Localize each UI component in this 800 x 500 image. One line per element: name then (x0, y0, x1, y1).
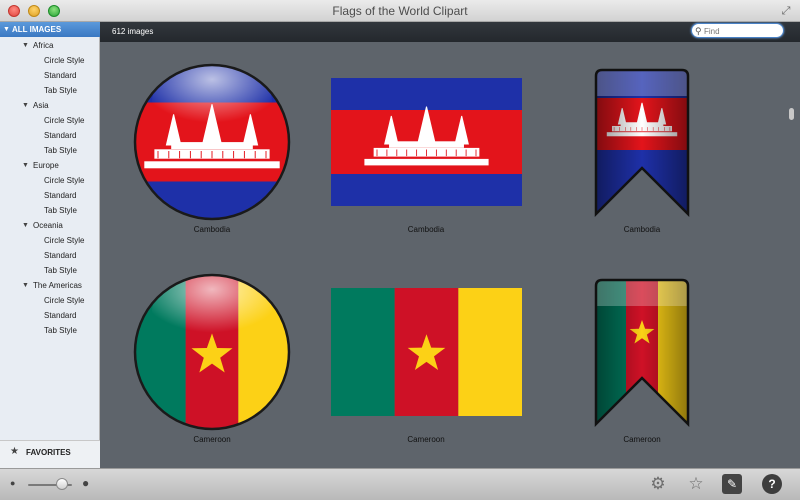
disclosure-triangle-icon[interactable]: ▼ (22, 38, 29, 53)
image-browser: 612 images ⚲ Cambodia Cambodia Cambodia Cam… (100, 22, 800, 468)
disclosure-triangle-icon[interactable]: ▼ (22, 98, 29, 113)
sidebar-item[interactable]: Tab Style (0, 203, 100, 218)
sidebar-item[interactable]: Tab Style (0, 263, 100, 278)
flag-thumbnail[interactable] (331, 288, 522, 416)
sidebar: ▼ ALL IMAGES ▼ Africa Circle Style Standard… (0, 22, 100, 468)
sidebar-item[interactable]: Standard (0, 308, 100, 323)
source-list: ▼ Africa Circle Style Standard Tab Style ▼ Asi… (0, 38, 100, 338)
sidebar-item[interactable]: Tab Style (0, 323, 100, 338)
sidebar-region-label: Asia (33, 101, 49, 110)
scrollbar-thumb[interactable] (789, 108, 794, 120)
sidebar-item-favorites[interactable]: ★ FAVORITES (0, 440, 100, 468)
sidebar-item[interactable]: Tab Style (0, 143, 100, 158)
sidebar-region-label: Oceania (33, 221, 63, 230)
sidebar-item[interactable]: Standard (0, 68, 100, 83)
flag-caption: Cameroon (193, 435, 231, 444)
sidebar-region-label: Europe (33, 161, 59, 170)
sidebar-item[interactable]: Circle Style (0, 113, 100, 128)
sidebar-region[interactable]: ▼ The Americas (0, 278, 100, 293)
bottom-toolbar: ● ● ⚙ ☆ ✎ ? (0, 468, 800, 500)
sidebar-item[interactable]: Circle Style (0, 173, 100, 188)
window-title: Flags of the World Clipart (332, 4, 468, 18)
sidebar-item[interactable]: Tab Style (0, 83, 100, 98)
sidebar-item[interactable]: Circle Style (0, 233, 100, 248)
flag-thumbnail[interactable] (331, 78, 522, 206)
fullscreen-icon[interactable]: ⤢ (780, 5, 792, 17)
star-outline-icon[interactable]: ☆ (686, 474, 706, 494)
disclosure-triangle-icon[interactable]: ▼ (22, 278, 29, 293)
flag-caption: Cambodia (407, 225, 445, 234)
sidebar-region-label: Africa (33, 41, 54, 50)
favorites-label: FAVORITES (26, 448, 71, 457)
star-icon: ★ (10, 446, 19, 457)
person-large-icon: ● (82, 476, 90, 490)
sidebar-item[interactable]: Standard (0, 188, 100, 203)
flag-thumbnail[interactable] (133, 63, 291, 221)
search-input[interactable] (704, 25, 780, 37)
sidebar-region-label: The Americas (33, 281, 82, 290)
sidebar-region[interactable]: ▼ Asia (0, 98, 100, 113)
flag-thumbnail[interactable] (594, 68, 690, 218)
flag-caption: Cameroon (623, 435, 661, 444)
sidebar-item[interactable]: Standard (0, 128, 100, 143)
sidebar-item-all-images[interactable]: ▼ ALL IMAGES (0, 22, 100, 37)
flag-thumbnail[interactable] (594, 278, 690, 428)
sidebar-item[interactable]: Circle Style (0, 293, 100, 308)
sidebar-item-label: ALL IMAGES (12, 25, 62, 34)
sidebar-region[interactable]: ▼ Africa (0, 38, 100, 53)
search-field[interactable]: ⚲ (691, 23, 784, 38)
browser-header: 612 images ⚲ (100, 22, 800, 42)
disclosure-triangle-icon[interactable]: ▼ (3, 22, 10, 37)
title-bar: Flags of the World Clipart ⤢ (0, 0, 800, 22)
flag-caption: Cambodia (193, 225, 231, 234)
search-icon: ⚲ (695, 26, 702, 36)
disclosure-triangle-icon[interactable]: ▼ (22, 218, 29, 233)
image-count: 612 images (112, 27, 154, 36)
flag-caption: Cambodia (623, 225, 661, 234)
sidebar-item[interactable]: Standard (0, 248, 100, 263)
sidebar-region[interactable]: ▼ Europe (0, 158, 100, 173)
sidebar-region[interactable]: ▼ Oceania (0, 218, 100, 233)
flag-thumbnail[interactable] (133, 273, 291, 431)
sidebar-item[interactable]: Circle Style (0, 53, 100, 68)
person-small-icon: ● (10, 478, 16, 488)
app-window: Flags of the World Clipart ⤢ ▼ ALL IMAGE… (0, 0, 800, 500)
disclosure-triangle-icon[interactable]: ▼ (22, 158, 29, 173)
wrench-icon[interactable]: ✎ (722, 474, 742, 494)
help-icon[interactable]: ? (762, 474, 782, 494)
gear-icon[interactable]: ⚙ (648, 474, 668, 494)
flag-caption: Cameroon (407, 435, 445, 444)
zoom-slider-knob[interactable] (56, 478, 68, 490)
